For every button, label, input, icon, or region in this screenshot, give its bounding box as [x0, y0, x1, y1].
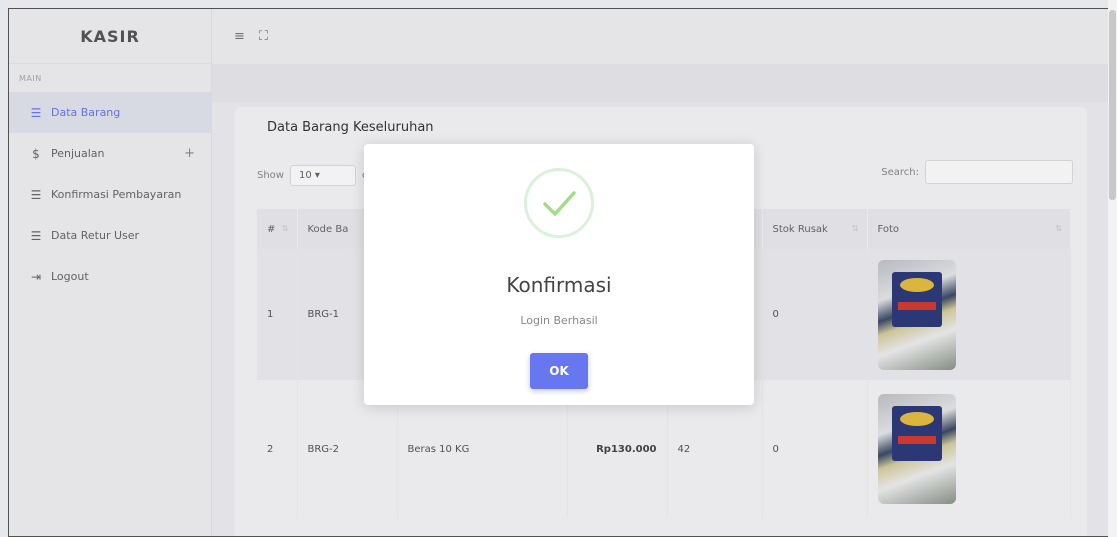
scrollbar-thumb[interactable] [1109, 10, 1116, 200]
confirmation-dialog: Konfirmasi Login Berhasil OK [364, 144, 754, 405]
success-check-icon [524, 168, 594, 238]
ok-button[interactable]: OK [530, 353, 588, 389]
dialog-title: Konfirmasi [506, 273, 612, 297]
scrollbar[interactable] [1108, 0, 1117, 537]
dialog-message: Login Berhasil [520, 314, 598, 327]
